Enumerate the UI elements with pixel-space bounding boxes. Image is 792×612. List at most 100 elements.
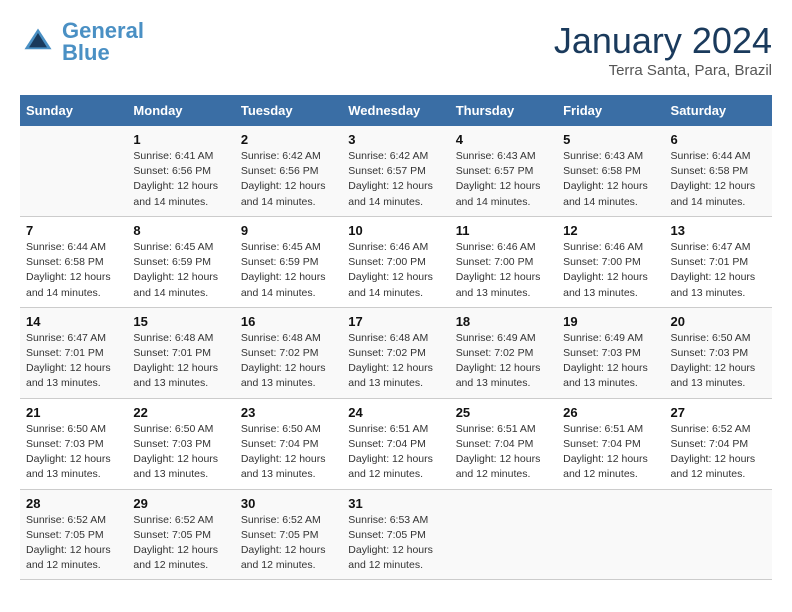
- sunrise: Sunrise: 6:42 AM: [241, 150, 321, 162]
- month-title: January 2024: [554, 20, 772, 62]
- day-number: 21: [26, 405, 121, 420]
- day-detail: Sunrise: 6:51 AM Sunset: 7:04 PM Dayligh…: [456, 422, 551, 483]
- sunset: Sunset: 6:58 PM: [26, 256, 104, 268]
- sunset: Sunset: 6:57 PM: [456, 165, 534, 177]
- day-number: 20: [671, 314, 766, 329]
- day-number: 11: [456, 223, 551, 238]
- sunset: Sunset: 7:04 PM: [348, 438, 426, 450]
- calendar-cell: 8 Sunrise: 6:45 AM Sunset: 6:59 PM Dayli…: [127, 216, 234, 307]
- daylight: Daylight: 12 hours and 13 minutes.: [241, 452, 336, 482]
- day-detail: Sunrise: 6:51 AM Sunset: 7:04 PM Dayligh…: [348, 422, 443, 483]
- day-detail: Sunrise: 6:52 AM Sunset: 7:05 PM Dayligh…: [133, 513, 228, 574]
- daylight: Daylight: 12 hours and 14 minutes.: [26, 270, 121, 300]
- sunrise: Sunrise: 6:50 AM: [26, 423, 106, 435]
- calendar-cell: 23 Sunrise: 6:50 AM Sunset: 7:04 PM Dayl…: [235, 398, 342, 489]
- sunset: Sunset: 7:00 PM: [348, 256, 426, 268]
- logo-text: General Blue: [62, 20, 144, 64]
- calendar-cell: [665, 489, 772, 580]
- calendar-cell: 6 Sunrise: 6:44 AM Sunset: 6:58 PM Dayli…: [665, 126, 772, 216]
- sunset: Sunset: 7:02 PM: [456, 347, 534, 359]
- sunrise: Sunrise: 6:44 AM: [671, 150, 751, 162]
- sunset: Sunset: 7:00 PM: [563, 256, 641, 268]
- day-number: 1: [133, 132, 228, 147]
- day-number: 9: [241, 223, 336, 238]
- col-friday: Friday: [557, 95, 664, 126]
- daylight: Daylight: 12 hours and 13 minutes.: [241, 361, 336, 391]
- day-detail: Sunrise: 6:48 AM Sunset: 7:02 PM Dayligh…: [348, 331, 443, 392]
- sunset: Sunset: 7:03 PM: [671, 347, 749, 359]
- sunrise: Sunrise: 6:43 AM: [456, 150, 536, 162]
- calendar-cell: 15 Sunrise: 6:48 AM Sunset: 7:01 PM Dayl…: [127, 307, 234, 398]
- calendar-cell: 26 Sunrise: 6:51 AM Sunset: 7:04 PM Dayl…: [557, 398, 664, 489]
- sunrise: Sunrise: 6:49 AM: [456, 332, 536, 344]
- daylight: Daylight: 12 hours and 14 minutes.: [241, 270, 336, 300]
- daylight: Daylight: 12 hours and 13 minutes.: [671, 361, 766, 391]
- sunset: Sunset: 7:05 PM: [241, 529, 319, 541]
- sunrise: Sunrise: 6:52 AM: [671, 423, 751, 435]
- sunrise: Sunrise: 6:41 AM: [133, 150, 213, 162]
- calendar-cell: 31 Sunrise: 6:53 AM Sunset: 7:05 PM Dayl…: [342, 489, 449, 580]
- day-detail: Sunrise: 6:43 AM Sunset: 6:58 PM Dayligh…: [563, 149, 658, 210]
- calendar-cell: 14 Sunrise: 6:47 AM Sunset: 7:01 PM Dayl…: [20, 307, 127, 398]
- sunset: Sunset: 7:01 PM: [26, 347, 104, 359]
- calendar-cell: 25 Sunrise: 6:51 AM Sunset: 7:04 PM Dayl…: [450, 398, 557, 489]
- daylight: Daylight: 12 hours and 13 minutes.: [26, 361, 121, 391]
- day-number: 15: [133, 314, 228, 329]
- calendar-cell: 11 Sunrise: 6:46 AM Sunset: 7:00 PM Dayl…: [450, 216, 557, 307]
- daylight: Daylight: 12 hours and 12 minutes.: [348, 452, 443, 482]
- daylight: Daylight: 12 hours and 12 minutes.: [241, 543, 336, 573]
- sunset: Sunset: 7:05 PM: [348, 529, 426, 541]
- daylight: Daylight: 12 hours and 14 minutes.: [456, 179, 551, 209]
- day-number: 3: [348, 132, 443, 147]
- calendar-cell: 30 Sunrise: 6:52 AM Sunset: 7:05 PM Dayl…: [235, 489, 342, 580]
- sunrise: Sunrise: 6:48 AM: [348, 332, 428, 344]
- daylight: Daylight: 12 hours and 12 minutes.: [26, 543, 121, 573]
- daylight: Daylight: 12 hours and 14 minutes.: [348, 179, 443, 209]
- calendar-cell: 5 Sunrise: 6:43 AM Sunset: 6:58 PM Dayli…: [557, 126, 664, 216]
- sunrise: Sunrise: 6:46 AM: [348, 241, 428, 253]
- day-number: 30: [241, 496, 336, 511]
- day-number: 13: [671, 223, 766, 238]
- calendar-cell: 27 Sunrise: 6:52 AM Sunset: 7:04 PM Dayl…: [665, 398, 772, 489]
- sunrise: Sunrise: 6:48 AM: [133, 332, 213, 344]
- sunrise: Sunrise: 6:43 AM: [563, 150, 643, 162]
- sunset: Sunset: 7:04 PM: [671, 438, 749, 450]
- sunrise: Sunrise: 6:46 AM: [563, 241, 643, 253]
- calendar-cell: 19 Sunrise: 6:49 AM Sunset: 7:03 PM Dayl…: [557, 307, 664, 398]
- day-detail: Sunrise: 6:52 AM Sunset: 7:05 PM Dayligh…: [241, 513, 336, 574]
- sunrise: Sunrise: 6:50 AM: [671, 332, 751, 344]
- sunset: Sunset: 6:58 PM: [563, 165, 641, 177]
- sunset: Sunset: 6:59 PM: [241, 256, 319, 268]
- day-detail: Sunrise: 6:46 AM Sunset: 7:00 PM Dayligh…: [563, 240, 658, 301]
- sunset: Sunset: 7:02 PM: [241, 347, 319, 359]
- daylight: Daylight: 12 hours and 13 minutes.: [563, 361, 658, 391]
- col-monday: Monday: [127, 95, 234, 126]
- sunset: Sunset: 6:56 PM: [241, 165, 319, 177]
- col-tuesday: Tuesday: [235, 95, 342, 126]
- daylight: Daylight: 12 hours and 14 minutes.: [133, 179, 228, 209]
- calendar-cell: 28 Sunrise: 6:52 AM Sunset: 7:05 PM Dayl…: [20, 489, 127, 580]
- col-saturday: Saturday: [665, 95, 772, 126]
- day-detail: Sunrise: 6:45 AM Sunset: 6:59 PM Dayligh…: [133, 240, 228, 301]
- daylight: Daylight: 12 hours and 12 minutes.: [563, 452, 658, 482]
- calendar-cell: [450, 489, 557, 580]
- daylight: Daylight: 12 hours and 12 minutes.: [133, 543, 228, 573]
- calendar-cell: 2 Sunrise: 6:42 AM Sunset: 6:56 PM Dayli…: [235, 126, 342, 216]
- day-number: 27: [671, 405, 766, 420]
- daylight: Daylight: 12 hours and 12 minutes.: [671, 452, 766, 482]
- logo-icon: [20, 24, 56, 60]
- sunset: Sunset: 6:58 PM: [671, 165, 749, 177]
- calendar-cell: 1 Sunrise: 6:41 AM Sunset: 6:56 PM Dayli…: [127, 126, 234, 216]
- calendar-row-1: 1 Sunrise: 6:41 AM Sunset: 6:56 PM Dayli…: [20, 126, 772, 216]
- sunset: Sunset: 7:03 PM: [26, 438, 104, 450]
- daylight: Daylight: 12 hours and 13 minutes.: [26, 452, 121, 482]
- day-detail: Sunrise: 6:42 AM Sunset: 6:57 PM Dayligh…: [348, 149, 443, 210]
- day-detail: Sunrise: 6:49 AM Sunset: 7:02 PM Dayligh…: [456, 331, 551, 392]
- sunrise: Sunrise: 6:53 AM: [348, 514, 428, 526]
- daylight: Daylight: 12 hours and 14 minutes.: [563, 179, 658, 209]
- day-number: 22: [133, 405, 228, 420]
- calendar-row-5: 28 Sunrise: 6:52 AM Sunset: 7:05 PM Dayl…: [20, 489, 772, 580]
- day-detail: Sunrise: 6:44 AM Sunset: 6:58 PM Dayligh…: [671, 149, 766, 210]
- sunset: Sunset: 6:57 PM: [348, 165, 426, 177]
- day-detail: Sunrise: 6:52 AM Sunset: 7:04 PM Dayligh…: [671, 422, 766, 483]
